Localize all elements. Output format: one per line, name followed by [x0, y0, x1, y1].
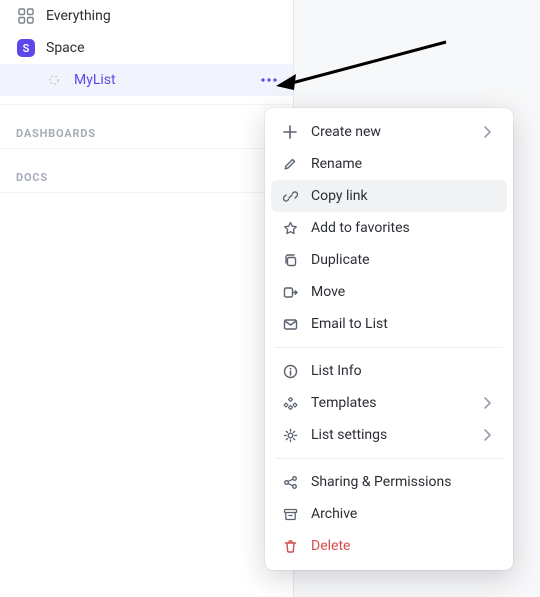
- menu-item-label: Duplicate: [311, 252, 497, 268]
- menu-item-label: List Info: [311, 363, 497, 379]
- menu-item-list-settings[interactable]: List settings: [271, 419, 507, 451]
- menu-item-move[interactable]: Move: [271, 276, 507, 308]
- everything-icon: [16, 6, 36, 26]
- mail-icon: [281, 315, 299, 333]
- menu-item-label: Sharing & Permissions: [311, 474, 497, 490]
- menu-item-label: Delete: [311, 538, 497, 554]
- archive-icon: [281, 505, 299, 523]
- move-icon: [281, 283, 299, 301]
- menu-item-label: Move: [311, 284, 497, 300]
- sidebar-item-everything[interactable]: Everything: [0, 0, 293, 32]
- sidebar-item-label: MyList: [74, 72, 257, 88]
- link-icon: [281, 187, 299, 205]
- menu-item-label: Email to List: [311, 316, 497, 332]
- info-icon: [281, 362, 299, 380]
- sidebar-item-label: Everything: [46, 8, 281, 24]
- menu-item-list-info[interactable]: List Info: [271, 355, 507, 387]
- sidebar-item-space[interactable]: S Space: [0, 32, 293, 64]
- trash-icon: [281, 537, 299, 555]
- more-actions-button[interactable]: [257, 68, 281, 92]
- plus-icon: [281, 123, 299, 141]
- menu-item-add-to-favorites[interactable]: Add to favorites: [271, 212, 507, 244]
- menu-item-label: Add to favorites: [311, 220, 497, 236]
- sidebar: Everything S Space MyList: [0, 0, 294, 597]
- pencil-icon: [281, 155, 299, 173]
- menu-item-label: Rename: [311, 156, 497, 172]
- app-screenshot: Everything S Space MyList: [0, 0, 540, 597]
- list-icon: [44, 70, 64, 90]
- chevron-right-icon: [483, 429, 497, 441]
- menu-item-email-to-list[interactable]: Email to List: [271, 308, 507, 340]
- menu-separator: [275, 347, 503, 348]
- space-icon: S: [16, 38, 36, 58]
- star-icon: [281, 219, 299, 237]
- menu-item-copy-link[interactable]: Copy link: [271, 180, 507, 212]
- menu-item-duplicate[interactable]: Duplicate: [271, 244, 507, 276]
- context-menu: Create new Rename Copy link Add to favor…: [265, 108, 513, 570]
- space-badge: S: [17, 39, 35, 57]
- sidebar-section-dashboards[interactable]: DASHBOARDS: [0, 104, 293, 149]
- menu-item-archive[interactable]: Archive: [271, 498, 507, 530]
- menu-item-label: List settings: [311, 427, 483, 443]
- section-label: DASHBOARDS: [16, 127, 96, 140]
- menu-item-templates[interactable]: Templates: [271, 387, 507, 419]
- chevron-right-icon: [483, 126, 497, 138]
- menu-item-sharing-permissions[interactable]: Sharing & Permissions: [271, 466, 507, 498]
- menu-item-delete[interactable]: Delete: [271, 530, 507, 562]
- section-label: DOCS: [16, 171, 48, 184]
- menu-item-rename[interactable]: Rename: [271, 148, 507, 180]
- menu-item-create-new[interactable]: Create new: [271, 116, 507, 148]
- share-icon: [281, 473, 299, 491]
- menu-item-label: Copy link: [311, 188, 497, 204]
- menu-separator: [275, 458, 503, 459]
- menu-item-label: Archive: [311, 506, 497, 522]
- menu-item-label: Create new: [311, 124, 483, 140]
- menu-item-label: Templates: [311, 395, 483, 411]
- sidebar-item-label: Space: [46, 40, 281, 56]
- gear-icon: [281, 426, 299, 444]
- templates-icon: [281, 394, 299, 412]
- sidebar-section-docs[interactable]: DOCS: [0, 149, 293, 193]
- sidebar-item-mylist[interactable]: MyList: [0, 64, 293, 96]
- duplicate-icon: [281, 251, 299, 269]
- chevron-right-icon: [483, 397, 497, 409]
